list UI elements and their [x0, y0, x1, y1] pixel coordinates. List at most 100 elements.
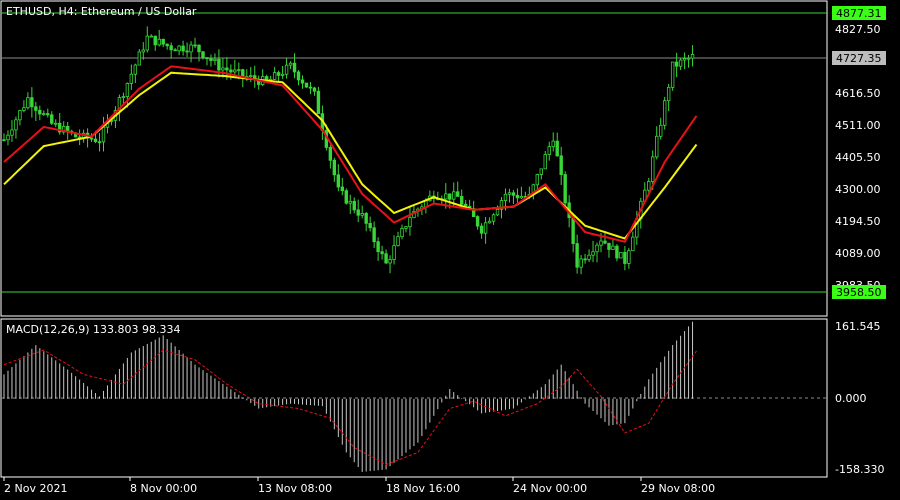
candle-body	[376, 241, 380, 253]
candle-body	[344, 190, 348, 204]
candle-body	[690, 54, 695, 59]
time-tick-label: 2 Nov 2021	[4, 482, 67, 495]
upper-level-value: 4877.31	[836, 7, 882, 20]
candle-body	[595, 244, 599, 253]
candle-body	[241, 69, 245, 77]
candle-body	[141, 49, 145, 53]
candle-body	[173, 49, 177, 52]
candle-body	[205, 57, 209, 60]
candle-body	[50, 114, 54, 124]
price-tick-label: 4405.50	[835, 151, 881, 164]
candle-body	[571, 217, 575, 244]
candle-body	[332, 159, 337, 176]
price-chart-title: ETHUSD, H4: Ethereum / US Dollar	[6, 5, 197, 18]
candle-body	[312, 87, 317, 92]
candle-body	[348, 200, 352, 204]
candle-body	[555, 140, 559, 157]
candle-body	[201, 51, 205, 58]
candle-body	[161, 38, 165, 45]
candle-body	[483, 222, 488, 234]
candle-body	[452, 191, 456, 200]
candle-body	[603, 240, 607, 244]
candle-body	[551, 140, 555, 148]
candle-body	[547, 146, 551, 155]
candle-body	[177, 45, 181, 52]
candle-body	[396, 236, 400, 247]
candle-body	[444, 193, 448, 200]
candle-body	[89, 137, 94, 140]
candle-body	[6, 134, 10, 141]
candle-body	[686, 57, 691, 60]
candle-body	[233, 69, 237, 73]
candle-body	[157, 38, 161, 46]
candle-body	[674, 61, 679, 67]
time-tick-label: 29 Nov 08:00	[641, 482, 715, 495]
candle-body	[503, 193, 508, 201]
candle-body	[38, 109, 42, 115]
candle-body	[627, 250, 631, 264]
macd-tick-label: -158.330	[835, 463, 884, 476]
candle-body	[352, 200, 356, 211]
candle-body	[97, 141, 102, 144]
price-tick-label: 4300.00	[835, 183, 881, 196]
candle-body	[631, 236, 635, 252]
candle-body	[475, 216, 480, 227]
candle-body	[336, 174, 341, 188]
candle-body	[308, 86, 313, 89]
candle-body	[340, 186, 344, 192]
candle-body	[225, 67, 229, 71]
macd-title: MACD(12,26,9) 133.803 98.334	[6, 323, 181, 336]
candle-body	[101, 126, 106, 143]
candle-body	[169, 45, 173, 51]
candle-body	[495, 208, 500, 216]
candle-body	[515, 194, 520, 199]
candle-body	[623, 251, 627, 264]
candle-body	[619, 251, 623, 259]
candle-body	[535, 174, 540, 186]
candle-body	[276, 72, 281, 76]
candle-body	[30, 97, 34, 108]
candle-body	[46, 113, 50, 116]
candle-body	[392, 245, 396, 260]
candle-body	[519, 195, 524, 199]
candle-body	[511, 192, 516, 196]
candle-body	[559, 155, 563, 175]
candle-body	[583, 258, 587, 261]
fast-ma-line	[3, 65, 698, 243]
candle-body	[229, 69, 233, 73]
candle-body	[459, 196, 464, 205]
trading-chart[interactable]: ETHUSD, H4: Ethereum / US Dollar MACD(12…	[0, 0, 900, 500]
candle-body	[364, 213, 368, 224]
price-panel-frame	[0, 0, 828, 317]
candle-body	[662, 100, 667, 126]
candle-body	[189, 44, 193, 53]
candle-body	[153, 35, 157, 46]
candle-body	[670, 61, 675, 88]
candle-body	[93, 138, 98, 143]
candle-body	[193, 44, 197, 47]
price-tick-label: 4616.50	[835, 87, 881, 100]
candle-body	[384, 253, 388, 264]
candle-body	[328, 146, 333, 161]
candle-body	[296, 71, 301, 81]
macd-tick-label: 161.545	[835, 320, 881, 333]
candle-body	[213, 58, 217, 61]
candle-body	[34, 106, 38, 111]
time-tick-label: 18 Nov 16:00	[386, 482, 460, 495]
candle-body	[129, 73, 134, 84]
candle-body	[380, 251, 384, 255]
candle-body	[539, 168, 543, 175]
lower-level-value: 3958.50	[836, 286, 882, 299]
candle-body	[587, 254, 591, 260]
macd-axis: 161.545 0.000 -158.330	[835, 320, 884, 476]
candle-body	[400, 228, 404, 238]
candle-body	[221, 67, 225, 71]
moving-average-series	[3, 65, 698, 243]
candle-body	[678, 59, 683, 67]
macd-histogram	[3, 321, 694, 472]
candle-body	[651, 156, 655, 182]
candle-body	[666, 86, 671, 102]
candle-body	[356, 209, 360, 216]
candlestick-series[interactable]	[2, 26, 695, 275]
candle-body	[456, 191, 460, 197]
